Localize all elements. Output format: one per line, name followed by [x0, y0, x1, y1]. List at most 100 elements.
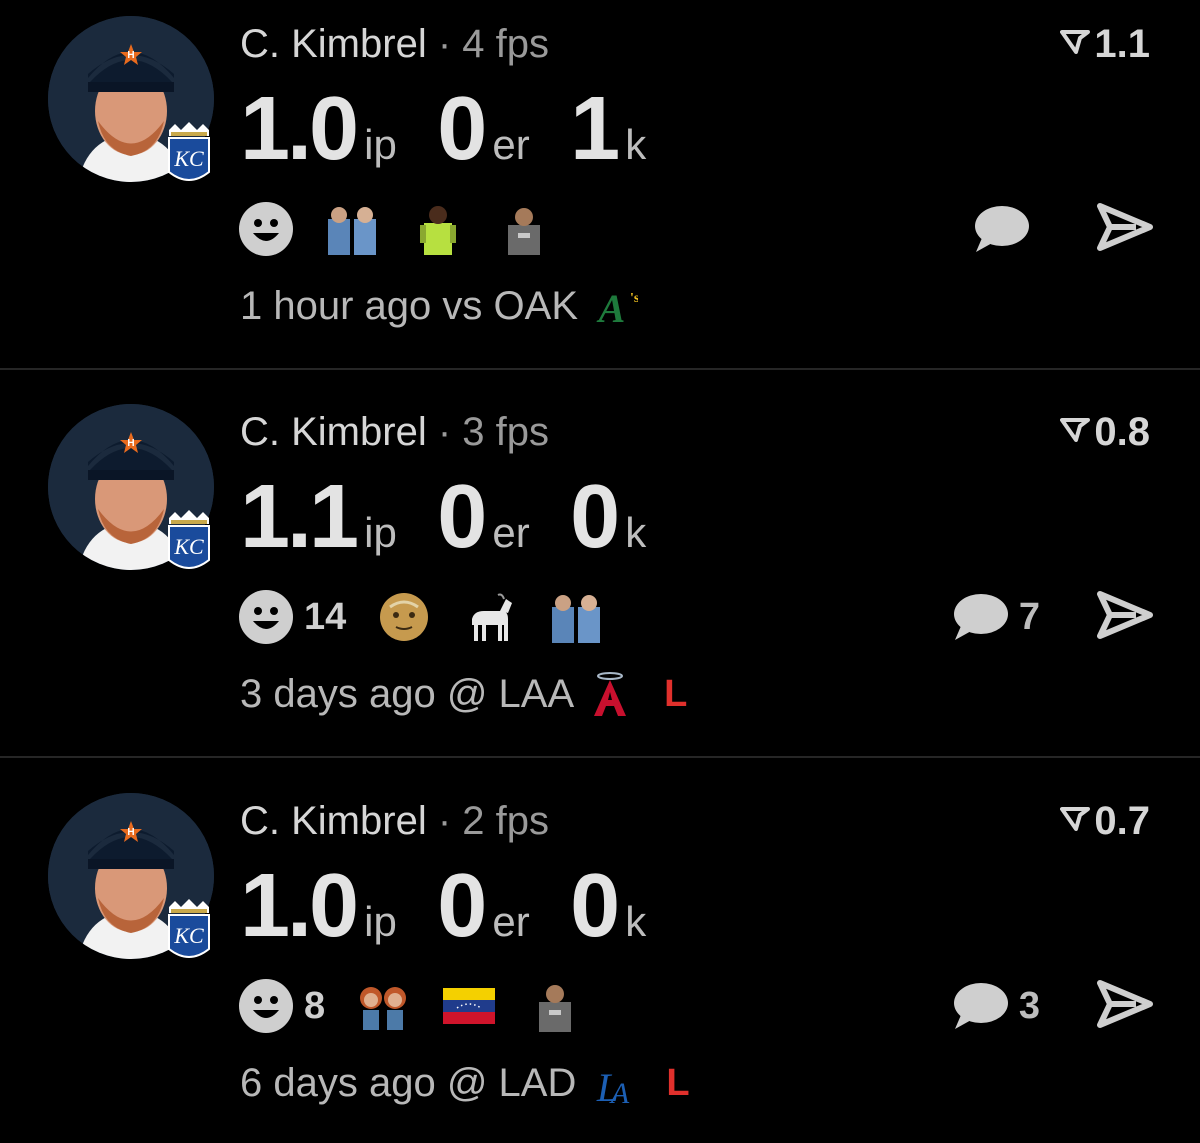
- game-meta[interactable]: 6 days ago @ LAD L A L: [240, 1059, 690, 1108]
- stat-unit: er: [492, 121, 530, 168]
- player-line[interactable]: C. Kimbrel · 4 fps: [240, 22, 549, 67]
- stat-line: 1.1 ip 0 er 0k: [240, 466, 682, 569]
- separator: ·: [437, 22, 452, 66]
- separator: ·: [437, 799, 452, 843]
- two-players-emoji[interactable]: [324, 201, 380, 257]
- goat-emoji[interactable]: [462, 589, 518, 645]
- comment-button[interactable]: 3: [951, 977, 1040, 1035]
- points-v-icon: [1060, 807, 1091, 832]
- stat-line: 1.0 ip 0 er 1k: [240, 78, 682, 181]
- chucky-dolls-emoji[interactable]: [355, 978, 411, 1034]
- stat-er: 0 er: [437, 855, 529, 958]
- svg-text:H: H: [127, 438, 134, 449]
- player-name[interactable]: C. Kimbrel: [240, 22, 427, 66]
- stat-unit: k: [625, 121, 647, 168]
- game-card[interactable]: H KC C. Kimbrel · 4 fps 1.1 1.0 ip 0 er 1k: [0, 0, 1200, 366]
- old-man-emoji[interactable]: [376, 589, 432, 645]
- svg-text:KC: KC: [173, 146, 204, 171]
- man-pointing-emoji[interactable]: [527, 978, 583, 1034]
- reactions-bar[interactable]: 8: [238, 977, 583, 1035]
- svg-text:A: A: [596, 286, 626, 330]
- share-send-icon[interactable]: [1096, 590, 1154, 640]
- time-ago: 3 days ago: [240, 671, 436, 716]
- smiley-react-icon[interactable]: [238, 589, 294, 645]
- player-line[interactable]: C. Kimbrel · 3 fps: [240, 410, 549, 455]
- player-name[interactable]: C. Kimbrel: [240, 410, 427, 454]
- stat-k: 0k: [570, 466, 646, 569]
- score: 1.1: [1060, 22, 1150, 67]
- reaction-count: 14: [304, 595, 347, 638]
- game-card[interactable]: H KC C. Kimbrel · 3 fps 0.8 1.1 ip 0 er 0k…: [0, 388, 1200, 754]
- time-ago: 6 days ago: [240, 1060, 436, 1105]
- stat-value: 1.0: [240, 856, 359, 956]
- athletics-logo-icon: A 's: [596, 286, 638, 330]
- points-v-icon: [1060, 418, 1091, 443]
- game-card[interactable]: H KC C. Kimbrel · 2 fps 0.7 1.0 ip 0 er 0k…: [0, 777, 1200, 1143]
- game-meta[interactable]: 3 days ago @ LAA L: [240, 670, 687, 718]
- comment-count: 7: [1018, 595, 1040, 638]
- comment-bubble-icon[interactable]: [951, 981, 1009, 1031]
- stat-er: 0 er: [437, 78, 529, 181]
- stat-k: 0k: [570, 855, 646, 958]
- score-value: 0.8: [1094, 410, 1150, 454]
- comment-button[interactable]: [972, 200, 1040, 258]
- venezuela-flag-emoji[interactable]: [441, 978, 497, 1034]
- reaction-count: 8: [304, 984, 326, 1027]
- man-pointing-emoji[interactable]: [496, 201, 552, 257]
- royals-badge: KC: [168, 122, 210, 181]
- angels-logo-icon: [594, 672, 627, 716]
- stat-value: 1: [570, 79, 620, 179]
- fps-label: 4 fps: [462, 22, 549, 66]
- share-send-icon[interactable]: [1096, 979, 1154, 1029]
- svg-text:H: H: [127, 827, 134, 838]
- stat-value: 0: [437, 79, 487, 179]
- stat-er: 0 er: [437, 466, 529, 569]
- comment-bubble-icon[interactable]: [972, 204, 1030, 254]
- stat-value: 0: [570, 467, 620, 567]
- share-send-icon[interactable]: [1096, 202, 1154, 252]
- stat-value: 1.0: [240, 79, 359, 179]
- stat-value: 0: [437, 856, 487, 956]
- stat-line: 1.0 ip 0 er 0k: [240, 855, 682, 958]
- goalkeeper-emoji[interactable]: [410, 201, 466, 257]
- royals-badge: KC: [168, 510, 210, 569]
- stat-ip: 1.1 ip: [240, 466, 397, 569]
- stat-ip: 1.0 ip: [240, 855, 397, 958]
- player-name[interactable]: C. Kimbrel: [240, 799, 427, 843]
- divider: [0, 756, 1200, 758]
- reactions-bar[interactable]: [238, 200, 552, 258]
- result-badge: L: [664, 672, 688, 715]
- svg-text:A: A: [609, 1077, 630, 1107]
- player-line[interactable]: C. Kimbrel · 2 fps: [240, 799, 549, 844]
- game-meta[interactable]: 1 hour ago vs OAK A 's: [240, 282, 668, 331]
- divider: [0, 368, 1200, 370]
- smiley-react-icon[interactable]: [238, 201, 294, 257]
- venue: @ LAA: [446, 671, 575, 716]
- venue: vs OAK: [442, 283, 578, 328]
- comment-bubble-icon[interactable]: [951, 592, 1009, 642]
- stat-value: 0: [437, 467, 487, 567]
- score: 0.7: [1060, 799, 1150, 844]
- stat-unit: er: [492, 509, 530, 556]
- score-value: 0.7: [1094, 799, 1150, 843]
- stat-value: 0: [570, 856, 620, 956]
- venue: @ LAD: [446, 1060, 577, 1105]
- points-v-icon: [1060, 30, 1091, 55]
- stat-unit: ip: [364, 509, 397, 556]
- smiley-react-icon[interactable]: [238, 978, 294, 1034]
- score-value: 1.1: [1094, 22, 1150, 66]
- stat-unit: k: [625, 509, 647, 556]
- fps-label: 3 fps: [462, 410, 549, 454]
- reactions-bar[interactable]: 14: [238, 588, 604, 646]
- svg-text:KC: KC: [173, 923, 204, 948]
- two-players-emoji[interactable]: [548, 589, 604, 645]
- fps-label: 2 fps: [462, 799, 549, 843]
- dodgers-logo-icon: L A: [596, 1065, 630, 1107]
- stat-k: 1k: [570, 78, 646, 181]
- result-badge: L: [666, 1061, 690, 1104]
- stat-unit: er: [492, 898, 530, 945]
- stat-unit: ip: [364, 121, 397, 168]
- comment-button[interactable]: 7: [951, 588, 1040, 646]
- stat-unit: ip: [364, 898, 397, 945]
- stat-unit: k: [625, 898, 647, 945]
